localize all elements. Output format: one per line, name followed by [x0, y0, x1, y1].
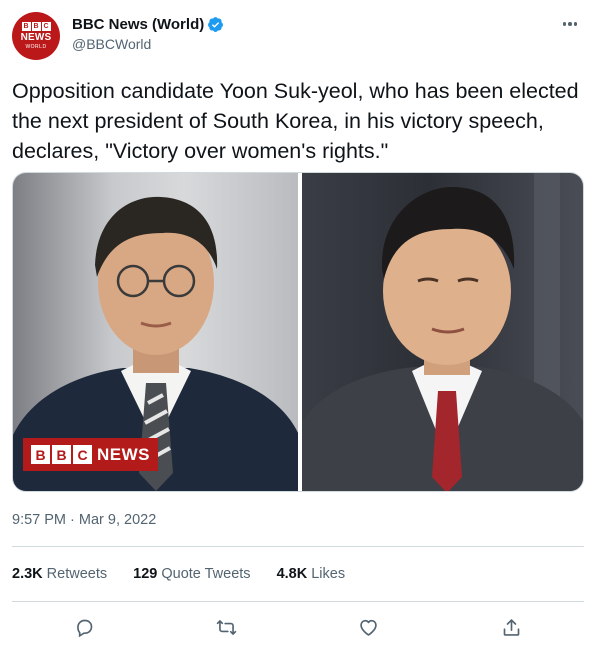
account-handle[interactable]: @BBCWorld — [72, 36, 224, 52]
divider-bottom — [12, 601, 584, 602]
avatar-news-text: NEWS — [20, 32, 52, 43]
watermark-news: NEWS — [97, 444, 150, 464]
likes-stat[interactable]: 4.8K Likes — [277, 566, 346, 582]
account-names: BBC News (World) @BBCWorld — [72, 16, 224, 52]
retweet-icon[interactable] — [213, 614, 239, 640]
tweet-actions — [12, 612, 584, 642]
display-name[interactable]: BBC News (World) — [72, 16, 204, 33]
retweets-stat[interactable]: 2.3K Retweets — [12, 566, 107, 582]
quote-tweets-stat[interactable]: 129 Quote Tweets — [133, 566, 250, 582]
reply-icon[interactable] — [71, 614, 97, 640]
bbc-news-watermark: B B C NEWS — [23, 438, 158, 471]
tweet-text: Opposition candidate Yoon Suk-yeol, who … — [12, 79, 579, 163]
verified-badge-icon — [208, 17, 224, 32]
retweets-label: Retweets — [46, 566, 108, 582]
share-icon[interactable] — [498, 614, 524, 640]
watermark-letter-c: C — [73, 445, 92, 464]
avatar[interactable]: B B C NEWS WORLD — [12, 12, 60, 60]
tweet-timestamp[interactable]: 9:57 PM · Mar 9, 2022 — [12, 512, 156, 528]
watermark-letter-b2: B — [52, 445, 71, 464]
more-icon[interactable] — [558, 14, 582, 34]
tweet-header: B B C NEWS WORLD BBC News (World) @BBCWo… — [12, 12, 584, 64]
like-icon[interactable] — [355, 614, 381, 640]
likes-count: 4.8K — [276, 566, 308, 582]
watermark-letter-b1: B — [31, 445, 50, 464]
retweets-count: 2.3K — [12, 566, 43, 582]
quote-tweets-label: Quote Tweets — [161, 566, 251, 582]
avatar-bbc-blocks: B B C — [21, 22, 51, 31]
photo-right-portrait — [302, 173, 583, 491]
avatar-world-text: WORLD — [25, 44, 47, 50]
tweet-media[interactable]: B B C NEWS — [12, 172, 584, 492]
likes-label: Likes — [311, 566, 346, 582]
avatar-letter-c: C — [41, 22, 51, 31]
avatar-letter-b1: B — [21, 22, 31, 31]
display-name-row[interactable]: BBC News (World) — [72, 16, 224, 33]
photo-right[interactable] — [302, 173, 583, 491]
tweet-stats: 2.3K Retweets 129 Quote Tweets 4.8K Like… — [12, 566, 345, 582]
avatar-letter-b2: B — [31, 22, 41, 31]
divider-top — [12, 546, 584, 547]
quote-tweets-count: 129 — [133, 566, 158, 582]
photo-left[interactable]: B B C NEWS — [13, 173, 298, 491]
